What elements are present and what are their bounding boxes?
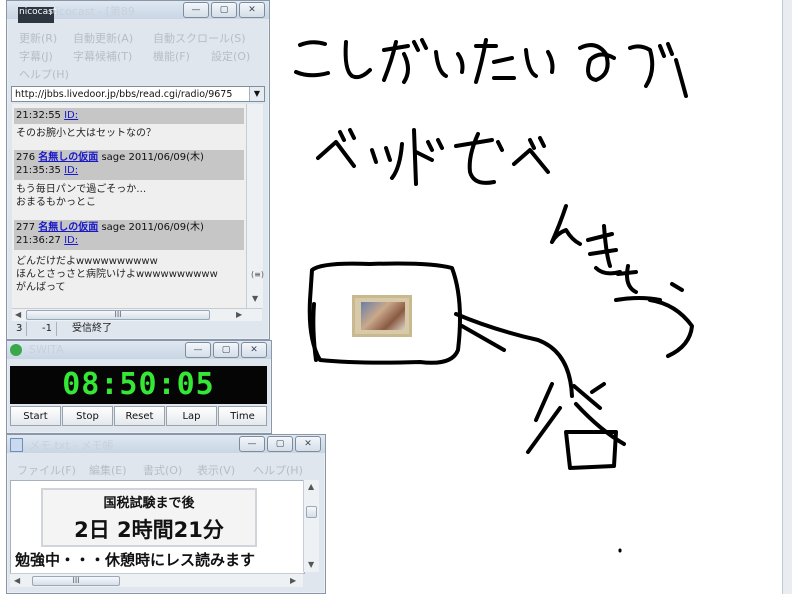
menu-help[interactable]: ヘルプ(H): [253, 462, 303, 478]
notepad-horizontal-scrollbar[interactable]: ◀ III ▶: [10, 573, 303, 587]
countdown-label: 国税試験まで後: [103, 496, 195, 511]
post-body: おまるもかっとこ: [16, 197, 96, 208]
close-icon[interactable]: ✕: [241, 342, 267, 358]
status-note: 勉強中・・・休憩時にレス読みます: [15, 551, 256, 569]
maximize-icon[interactable]: ▢: [267, 436, 293, 452]
notepad-titlebar[interactable]: メモ.txt - メモ帳 — ▢ ✕: [7, 435, 325, 453]
timer-display: 08:50:05: [10, 366, 267, 404]
menu-view[interactable]: 表示(V): [197, 462, 235, 478]
post-id-link[interactable]: ID:: [64, 165, 78, 176]
post-id-link[interactable]: ID:: [64, 110, 78, 121]
stop-button[interactable]: Stop: [62, 406, 113, 426]
chevron-right-icon[interactable]: ▶: [236, 310, 242, 319]
chevron-left-icon[interactable]: ◀: [14, 576, 20, 585]
menu-subtitle-candidate[interactable]: 字幕候補(T): [73, 48, 132, 64]
menu-edit[interactable]: 編集(E): [89, 462, 127, 478]
post-id-link[interactable]: ID:: [64, 235, 78, 246]
post-header: 21:32:55 ID:: [14, 108, 244, 124]
minimize-icon[interactable]: —: [239, 436, 265, 452]
horizontal-scroll-thumb[interactable]: III: [26, 310, 210, 320]
chevron-right-icon[interactable]: ▶: [290, 576, 296, 585]
thread-horizontal-scrollbar[interactable]: ◀ III ▶: [12, 308, 262, 321]
notepad-title: メモ.txt - メモ帳: [29, 439, 114, 452]
timer-title: SWITA: [29, 343, 64, 356]
post-header: 276 名無しの仮面 sage 2011/06/09(木) 21:35:35 I…: [14, 150, 244, 180]
start-button[interactable]: Start: [10, 406, 61, 426]
photo-thumbnail: [352, 295, 412, 337]
status-offset: -1: [38, 322, 57, 336]
menu-auto-scroll[interactable]: 自動スクロール(S): [153, 30, 246, 46]
post-body: がんばって: [16, 282, 66, 293]
chevron-up-icon[interactable]: ▲: [308, 482, 314, 491]
close-icon[interactable]: ✕: [295, 436, 321, 452]
post-header: 277 名無しの仮面 sage 2011/06/09(木) 21:36:27 I…: [14, 220, 244, 250]
notepad-icon: [10, 438, 23, 452]
minimize-icon[interactable]: —: [183, 2, 209, 18]
chevron-down-icon[interactable]: ▼: [308, 560, 314, 569]
chevron-down-icon[interactable]: ▼: [252, 294, 258, 303]
canvas-right-edge: [782, 0, 792, 594]
post-body: もう毎日パンで過ごそっか…: [16, 184, 147, 195]
notepad-text-area[interactable]: 国税試験まで後 2日 2時間21分 勉強中・・・休憩時にレス読みます: [10, 480, 305, 574]
post-body: どんだけだよwwwwwwwwww: [16, 256, 158, 267]
time-button[interactable]: Time: [218, 406, 267, 426]
close-icon[interactable]: ✕: [239, 2, 265, 18]
poster-name-link[interactable]: 名無しの仮面: [38, 152, 98, 163]
bbs-title: nicocast - [第89: [49, 5, 135, 18]
chevron-down-icon[interactable]: ▼: [249, 87, 264, 101]
minimize-icon[interactable]: —: [185, 342, 211, 358]
status-message: 受信終了: [72, 323, 112, 334]
url-input[interactable]: http://jbbs.livedoor.jp/bbs/read.cgi/rad…: [11, 86, 265, 102]
bbs-titlebar[interactable]: nicocast nicocast - [第89 — ▢ ✕: [7, 1, 269, 23]
menu-settings[interactable]: 設定(O): [211, 48, 250, 64]
thread-vertical-scrollbar[interactable]: (≡) ▼: [246, 104, 264, 308]
clock-icon: [10, 344, 22, 356]
timer-titlebar[interactable]: SWITA — ▢ ✕: [7, 341, 271, 359]
menu-refresh[interactable]: 更新(R): [19, 30, 57, 46]
menu-format[interactable]: 書式(O): [143, 462, 182, 478]
menu-auto-refresh[interactable]: 自動更新(A): [73, 30, 133, 46]
url-text: http://jbbs.livedoor.jp/bbs/read.cgi/rad…: [15, 89, 233, 100]
bbs-statusbar: 3 -1 受信終了: [12, 322, 262, 336]
menu-functions[interactable]: 機能(F): [153, 48, 190, 64]
maximize-icon[interactable]: ▢: [211, 2, 237, 18]
menu-help[interactable]: ヘルプ(H): [19, 66, 69, 82]
thread-view[interactable]: 21:32:55 ID: そのお腕小と大はセットなの？ 276 名無しの仮面 s…: [12, 104, 246, 308]
scroll-mark-icon: (≡): [251, 270, 264, 279]
notepad-vertical-scrollbar[interactable]: ▲ ▼: [303, 480, 319, 572]
post-body: そのお腕小と大はセットなの？: [16, 128, 156, 139]
countdown-value: 2日 2時間21分: [74, 518, 224, 542]
maximize-icon[interactable]: ▢: [213, 342, 239, 358]
countdown-box: 国税試験まで後 2日 2時間21分: [41, 488, 257, 547]
horizontal-scroll-thumb[interactable]: III: [32, 576, 120, 586]
chevron-left-icon[interactable]: ◀: [15, 310, 21, 319]
reset-button[interactable]: Reset: [114, 406, 165, 426]
menu-subtitle[interactable]: 字幕(J): [19, 48, 53, 64]
lap-button[interactable]: Lap: [166, 406, 217, 426]
status-count: 3: [12, 322, 28, 336]
poster-name-link[interactable]: 名無しの仮面: [38, 222, 98, 233]
menu-file[interactable]: ファイル(F): [17, 462, 76, 478]
post-body: ほんとさっさと病院いけよwwwwwwwwww: [16, 269, 218, 280]
vertical-scroll-thumb[interactable]: [306, 506, 317, 518]
